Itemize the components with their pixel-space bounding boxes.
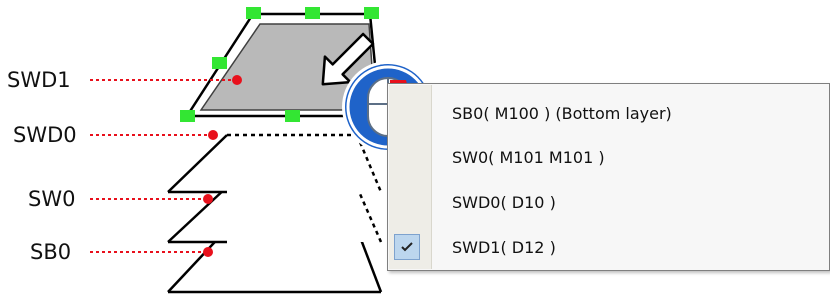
layer-sw0-shape [167,185,383,244]
handle-bottom-center [285,110,300,122]
handle-top-center [305,7,320,19]
handle-top-left [246,7,261,19]
handle-top-right [364,7,379,19]
menu-item-label: SB0( M100 ) (Bottom layer) [452,103,672,123]
menu-item-sw0[interactable]: SW0( M101 M101 ) [389,135,828,179]
menu-item-label: SWD1( D12 ) [452,237,556,257]
layer-label-swd0: SWD0 [13,123,77,147]
layer-label-sb0: SB0 [30,240,72,264]
layer-swd0-shape [167,133,383,194]
menu-item-sb0[interactable]: SB0( M100 ) (Bottom layer) [389,91,828,135]
layer-label-swd1: SWD1 [7,68,71,92]
handle-middle-left [212,57,227,69]
layer-label-sw0: SW0 [28,187,76,211]
menu-item-label: SWD0( D10 ) [452,192,556,212]
leader-dot-swd0 [208,130,218,140]
menu-item-label: SW0( M101 M101 ) [452,147,605,167]
menu-item-swd1[interactable]: SWD1( D12 ) [389,225,828,269]
leader-dot-sw0 [203,194,213,204]
leader-dot-sb0 [203,247,213,257]
check-icon [394,234,420,260]
layer-context-menu: SB0( M100 ) (Bottom layer) SW0( M101 M10… [387,83,830,271]
handle-bottom-left [180,110,195,122]
menu-item-swd0[interactable]: SWD0( D10 ) [389,180,828,224]
leader-dot-swd1 [232,75,242,85]
